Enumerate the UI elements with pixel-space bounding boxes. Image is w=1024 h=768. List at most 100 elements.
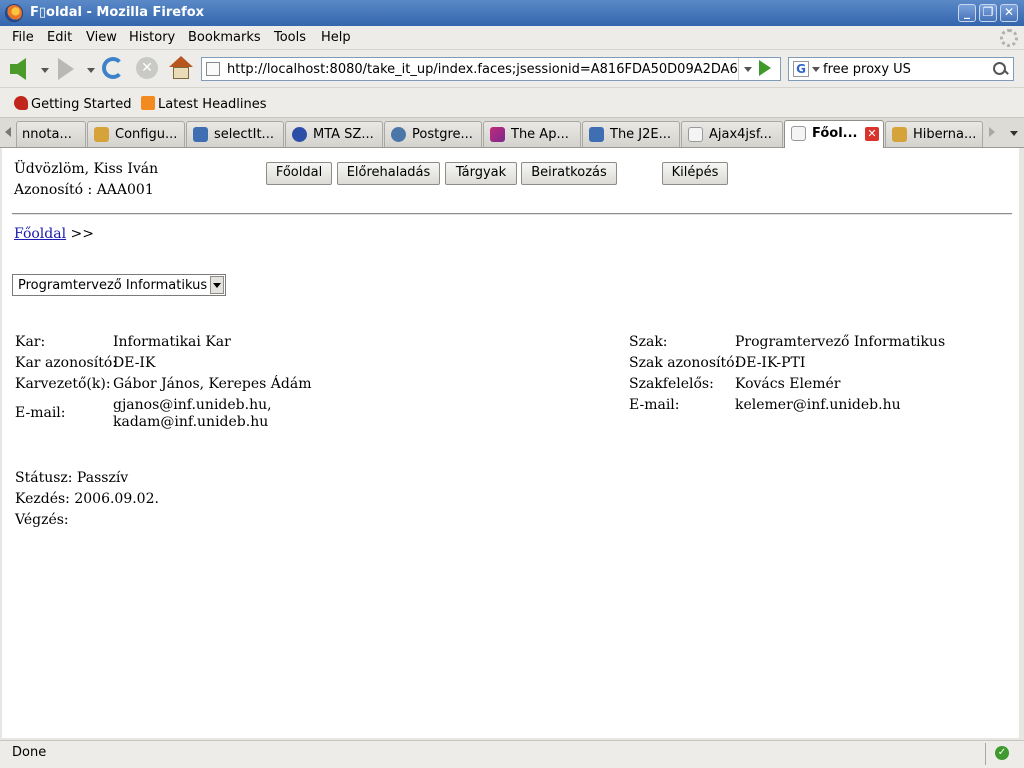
- tab-scroll-right-icon[interactable]: [989, 127, 995, 137]
- navigation-toolbar: ✕ http://localhost:8080/take_it_up/index…: [0, 50, 1024, 88]
- faculty-heads-label: Karvezető(k):: [15, 376, 111, 392]
- breadcrumb: Főoldal >>: [14, 226, 94, 242]
- major-id-value: DE-IK-PTI: [735, 355, 806, 371]
- maximize-button[interactable]: ❐: [979, 4, 997, 22]
- tab-selectitem[interactable]: selectIt...: [186, 121, 284, 147]
- breadcrumb-fooldal-link[interactable]: Főoldal: [14, 226, 66, 242]
- url-input[interactable]: http://localhost:8080/take_it_up/index.f…: [227, 62, 737, 77]
- document-icon: [688, 127, 703, 142]
- menu-edit[interactable]: Edit: [47, 30, 72, 45]
- search-input[interactable]: free proxy US: [823, 62, 983, 77]
- end-date-text: Végzés:: [15, 512, 69, 528]
- tab-scroll-left-icon[interactable]: [5, 127, 11, 137]
- check-icon: ✓: [995, 746, 1009, 760]
- tab-hibernate[interactable]: Hiberna...: [885, 121, 983, 147]
- mta-icon: [292, 127, 307, 142]
- menu-view[interactable]: View: [86, 30, 117, 45]
- tab-fooldal[interactable]: Főol... ✕: [784, 120, 884, 148]
- postgresql-icon: [391, 127, 406, 142]
- rss-icon: [141, 96, 155, 110]
- back-history-dropdown-icon[interactable]: [41, 68, 49, 73]
- kilepes-button[interactable]: Kilépés: [662, 162, 728, 185]
- menu-bar: File Edit View History Bookmarks Tools H…: [0, 26, 1024, 50]
- google-icon: G: [793, 61, 809, 77]
- greeting-text: Üdvözlöm, Kiss Iván: [14, 161, 159, 177]
- program-select[interactable]: Programtervező Informatikus: [12, 274, 226, 296]
- tab-ajax4jsf[interactable]: Ajax4jsf...: [681, 121, 783, 147]
- sun-icon: [589, 127, 604, 142]
- search-bar[interactable]: G free proxy US: [788, 57, 1014, 81]
- faculty-email-2: kadam@inf.unideb.hu: [113, 414, 269, 430]
- throbber-icon: [1000, 29, 1018, 47]
- targyak-button[interactable]: Tárgyak: [445, 162, 517, 185]
- close-tab-icon[interactable]: ✕: [865, 127, 879, 141]
- menu-tools[interactable]: Tools: [274, 30, 306, 45]
- page-icon: [791, 126, 806, 141]
- minimize-button[interactable]: _: [958, 4, 976, 22]
- bookmark-latest-headlines[interactable]: Latest Headlines: [141, 96, 267, 112]
- firefox-icon: [5, 4, 23, 22]
- major-email-value: kelemer@inf.unideb.hu: [735, 397, 901, 413]
- major-label: Szak:: [629, 334, 668, 350]
- menu-help[interactable]: Help: [321, 30, 351, 45]
- status-text-done: Done: [12, 745, 47, 760]
- tab-apache[interactable]: The Ap...: [483, 121, 581, 147]
- major-value: Programtervező Informatikus: [735, 334, 946, 350]
- url-bar[interactable]: http://localhost:8080/take_it_up/index.f…: [201, 57, 781, 81]
- page-content: Üdvözlöm, Kiss Iván Azonosító : AAA001 F…: [2, 148, 1019, 738]
- faculty-label: Kar:: [15, 334, 46, 350]
- firefox-bookmark-icon: [14, 96, 28, 110]
- all-tabs-dropdown-icon[interactable]: [1010, 131, 1018, 136]
- beiratkozas-button[interactable]: Beiratkozás: [521, 162, 617, 185]
- tab-j2ee[interactable]: The J2E...: [582, 121, 680, 147]
- user-id-text: Azonosító : AAA001: [14, 182, 154, 198]
- breadcrumb-separator: >>: [70, 226, 94, 242]
- forward-button-icon[interactable]: [58, 58, 74, 80]
- major-id-label: Szak azonosító:: [629, 355, 740, 371]
- fooldal-button[interactable]: Főoldal: [266, 162, 332, 185]
- stop-icon[interactable]: ✕: [136, 57, 158, 79]
- program-select-value: Programtervező Informatikus: [18, 278, 208, 293]
- start-date-text: Kezdés: 2006.09.02.: [15, 491, 159, 507]
- back-button-icon[interactable]: [10, 58, 26, 80]
- major-email-label: E-mail:: [629, 397, 680, 413]
- status-text: Státusz: Passzív: [15, 470, 129, 486]
- tab-configuration[interactable]: Configu...: [87, 121, 185, 147]
- hibernate-icon: [94, 127, 109, 142]
- bookmarks-toolbar: Getting Started Latest Headlines: [0, 88, 1024, 118]
- divider: [12, 213, 1012, 215]
- forward-history-dropdown-icon[interactable]: [87, 68, 95, 73]
- tab-postgresql[interactable]: Postgre...: [384, 121, 482, 147]
- faculty-id-value: DE-IK: [113, 355, 156, 371]
- window-titlebar: F▯oldal - Mozilla Firefox _ ❐ ✕: [0, 0, 1024, 26]
- elorehaladas-button[interactable]: Előrehaladás: [337, 162, 440, 185]
- faculty-id-label: Kar azonosító:: [15, 355, 117, 371]
- reload-icon[interactable]: [102, 57, 124, 79]
- faculty-email-1: gjanos@inf.unideb.hu,: [113, 397, 272, 413]
- sun-icon: [193, 127, 208, 142]
- status-separator: [985, 743, 986, 765]
- page-favicon-icon: [206, 62, 220, 76]
- faculty-value: Informatikai Kar: [113, 334, 231, 350]
- tab-bar: nnota... Configu... selectIt... MTA SZ..…: [0, 118, 1024, 148]
- search-icon[interactable]: [991, 61, 1009, 77]
- faculty-email-label: E-mail:: [15, 405, 66, 421]
- faculty-heads-value: Gábor János, Kerepes Ádám: [113, 376, 312, 392]
- home-icon[interactable]: [169, 56, 193, 80]
- menu-history[interactable]: History: [129, 30, 175, 45]
- major-head-value: Kovács Elemér: [735, 376, 841, 392]
- tab-annotations[interactable]: nnota...: [16, 121, 86, 147]
- menu-bookmarks[interactable]: Bookmarks: [188, 30, 261, 45]
- url-history-dropdown[interactable]: [738, 58, 756, 80]
- tab-mta[interactable]: MTA SZ...: [285, 121, 383, 147]
- window-title: F▯oldal - Mozilla Firefox: [30, 5, 205, 20]
- hibernate-icon: [892, 127, 907, 142]
- search-engine-selector[interactable]: G: [791, 60, 821, 78]
- select-dropdown-icon[interactable]: [210, 276, 224, 294]
- go-icon[interactable]: [759, 60, 771, 76]
- menu-file[interactable]: File: [12, 30, 34, 45]
- close-window-button[interactable]: ✕: [1000, 4, 1018, 22]
- major-head-label: Szakfelelős:: [629, 376, 714, 392]
- status-bar: Done ✓: [0, 740, 1024, 768]
- bookmark-getting-started[interactable]: Getting Started: [14, 96, 132, 112]
